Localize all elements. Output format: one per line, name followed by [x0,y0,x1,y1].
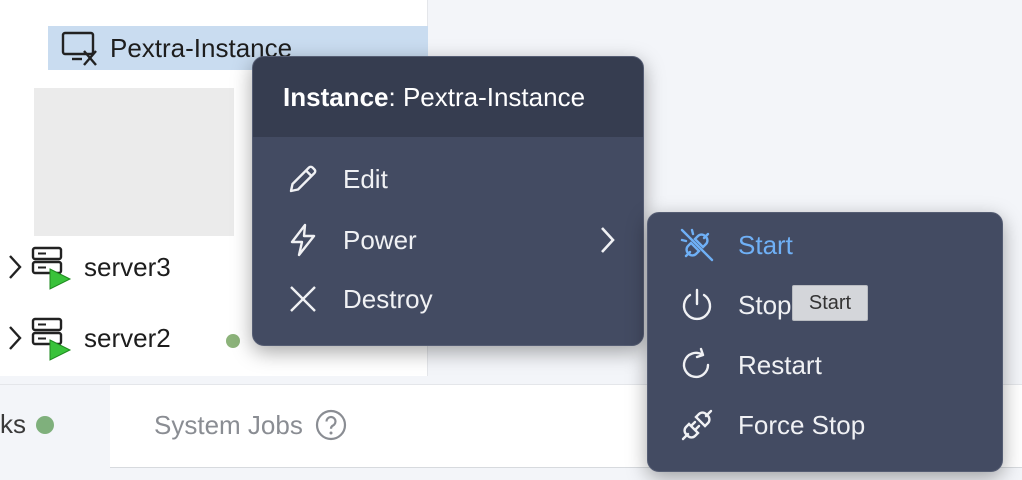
server-running-icon [30,244,72,290]
plug-icon [678,226,716,264]
menu-header: Instance : Pextra-Instance [253,57,643,137]
menu-item-label: Power [343,224,417,255]
server-running-icon [30,315,72,361]
submenu-item-label: Stop [738,289,792,320]
lightning-icon [285,222,321,258]
monitor-x-icon [60,28,100,68]
menu-header-prefix: Instance [283,81,389,112]
loading-placeholder [34,88,234,236]
menu-item-label: Edit [343,163,388,194]
status-dot [226,334,240,348]
tree-item-server2[interactable]: server2 [0,313,171,363]
x-icon [285,281,321,317]
chevron-right-icon [593,225,621,255]
chevron-right-icon[interactable] [0,324,30,352]
tab-label: System Jobs [154,409,303,440]
tooltip: Start [792,285,868,321]
submenu-item-force-stop[interactable]: Force Stop [648,397,1004,453]
menu-item-power[interactable]: Power [253,212,643,268]
restart-icon [678,346,716,384]
power-submenu: Start Stop Restart Force Stop [647,212,1003,472]
tree-item-label: server2 [84,322,171,353]
help-circle-icon[interactable] [315,409,347,441]
tab-label: ks [0,409,26,439]
chevron-right-icon[interactable] [0,253,30,281]
submenu-item-start[interactable]: Start [648,217,1004,273]
menu-item-label: Destroy [343,283,433,314]
pencil-icon [285,161,321,197]
menu-header-name: : Pextra-Instance [388,81,586,112]
instance-context-menu: Instance : Pextra-Instance Edit Power De… [252,56,644,346]
submenu-item-label: Restart [738,349,822,380]
menu-item-edit[interactable]: Edit [253,151,643,207]
tab-tasks[interactable]: ks [0,409,54,440]
status-green-dot [36,415,54,434]
submenu-item-label: Force Stop [738,409,866,440]
tree-item-label: server3 [84,251,171,282]
plug-disconnect-icon [678,406,716,444]
tab-system-jobs[interactable]: System Jobs [154,409,347,441]
power-icon [678,286,716,324]
menu-item-destroy[interactable]: Destroy [253,271,643,327]
submenu-item-restart[interactable]: Restart [648,337,1004,393]
tree-item-server3[interactable]: server3 [0,242,171,292]
submenu-item-label: Start [738,229,793,260]
